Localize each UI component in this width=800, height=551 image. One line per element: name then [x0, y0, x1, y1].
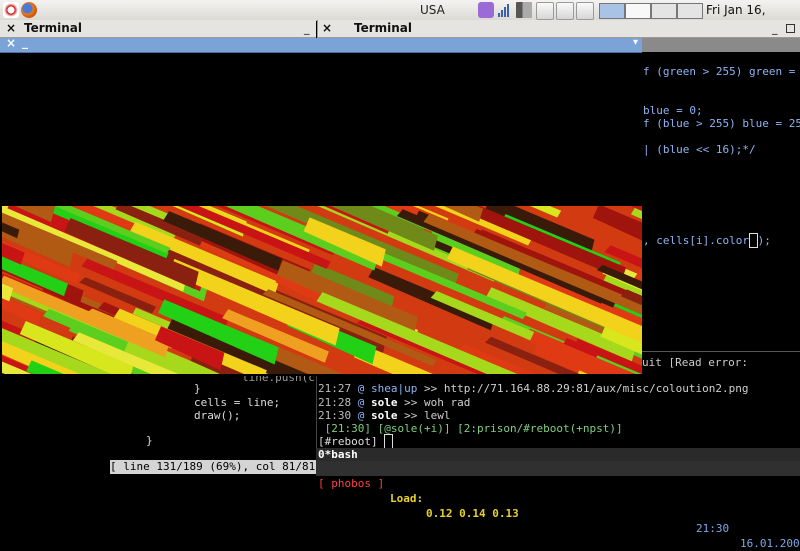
- workspace-1[interactable]: [599, 3, 625, 19]
- irc-chat-pane[interactable]: 21:27 @ shea|up >> http://71.164.88.29:8…: [316, 376, 800, 448]
- text-cursor: [384, 434, 393, 448]
- workspace-2[interactable]: [625, 3, 651, 19]
- message-nick: sole: [371, 396, 398, 409]
- irc-quit-line: uit [Read error:: [642, 351, 800, 376]
- tab-close-icon[interactable]: ×: [6, 36, 16, 50]
- code-text: );: [757, 234, 771, 247]
- tray-button-2[interactable]: [556, 2, 574, 20]
- message-mode: @: [357, 382, 365, 395]
- message-separator: >>: [404, 409, 418, 422]
- code-line-partial: line.push(c: [242, 376, 315, 384]
- code-line: }: [194, 382, 201, 395]
- volume-icon[interactable]: [516, 2, 532, 18]
- top-panel: USA Fri Jan 16, 21:30: [0, 0, 800, 37]
- input-prompt: [#reboot]: [318, 435, 378, 448]
- code-line: , cells[i].color );: [643, 233, 771, 248]
- screen-window-tab[interactable]: 0*bash: [316, 448, 800, 461]
- settings-icon[interactable]: [478, 2, 494, 18]
- left-terminal-titlebar[interactable]: × Terminal _: [0, 20, 316, 38]
- message-time: 21:28: [318, 396, 352, 409]
- code-line: cells = line;: [194, 396, 281, 409]
- tray-button-3[interactable]: [576, 2, 594, 20]
- close-icon[interactable]: ×: [322, 20, 332, 37]
- screen-status-bar: [ phobos ] Load: 0.12 0.14 0.13 21:30 16…: [316, 461, 800, 550]
- code-line: f (green > 255) green = 2$: [643, 65, 800, 78]
- debian-menu-icon[interactable]: [3, 2, 19, 18]
- chat-message: 21:30 @ sole >> lewl: [318, 409, 451, 422]
- tab-minimize-icon[interactable]: _: [22, 35, 28, 49]
- maximize-icon[interactable]: [786, 24, 795, 33]
- network-signal-icon[interactable]: [498, 3, 512, 17]
- message-nick: sole: [371, 409, 398, 422]
- chat-message: 21:27 @ shea|up >> http://71.164.88.29:8…: [318, 382, 749, 395]
- message-separator: >>: [423, 382, 438, 395]
- generated-art-image: [2, 206, 642, 374]
- minimize-icon[interactable]: _: [772, 20, 778, 37]
- code-line: | (blue << 16);*/: [643, 143, 756, 156]
- message-mode: @: [357, 396, 365, 409]
- message-text[interactable]: http://71.164.88.29:81/aux/misc/coloutio…: [444, 382, 749, 395]
- keyboard-layout-indicator[interactable]: USA: [420, 0, 445, 20]
- tab-menu-arrow-icon[interactable]: ▾: [633, 37, 638, 48]
- minimize-icon[interactable]: _: [304, 20, 310, 37]
- code-line: draw();: [194, 409, 241, 422]
- close-icon[interactable]: ×: [6, 20, 16, 37]
- load-label: Load:: [390, 492, 424, 505]
- message-time: 21:27: [318, 382, 352, 395]
- message-text: woh rad: [424, 396, 471, 409]
- right-code-pane[interactable]: f (green > 255) green = 2$ blue = 0; f (…: [642, 53, 800, 351]
- color-streaks-canvas: [2, 206, 642, 374]
- panel-clock[interactable]: Fri Jan 16, 21:30: [706, 0, 800, 37]
- load-values: 0.12 0.14 0.13: [426, 507, 519, 520]
- workspace-4[interactable]: [677, 3, 703, 19]
- status-time: 21:30: [696, 522, 730, 535]
- hostname-label: [ phobos ]: [318, 477, 385, 490]
- message-time: 21:30: [318, 409, 352, 422]
- firefox-icon[interactable]: [21, 2, 37, 18]
- text-cursor: [748, 233, 758, 248]
- chat-message: 21:28 @ sole >> woh rad: [318, 396, 470, 409]
- terminal-tab-strip[interactable]: × _ ▾: [0, 35, 642, 53]
- editor-status-line: [ line 131/189 (69%), col 81/81 (1: [110, 460, 316, 474]
- message-nick: shea|up: [371, 382, 418, 395]
- code-line: blue = 0;: [643, 104, 703, 117]
- message-text: lewl: [424, 409, 451, 422]
- right-terminal-titlebar[interactable]: × Terminal _: [317, 20, 800, 38]
- code-line: f (blue > 255) blue = 255;: [643, 117, 800, 130]
- workspace-3[interactable]: [651, 3, 677, 19]
- right-tab-strip: [642, 38, 800, 52]
- status-date: 16.01.2009: [740, 537, 800, 550]
- tray-button-1[interactable]: [536, 2, 554, 20]
- left-terminal-title: Terminal: [24, 21, 83, 35]
- irc-status-line: [21:30] [@sole(+i)] [2:prison/#reboot(+n…: [318, 422, 623, 435]
- left-code-pane[interactable]: line.push(c } cells = line; draw(); }: [0, 376, 316, 460]
- code-line: }: [146, 434, 153, 447]
- message-separator: >>: [404, 396, 418, 409]
- message-mode: @: [357, 409, 365, 422]
- chat-input[interactable]: [#reboot]: [318, 434, 393, 448]
- code-text: , cells[i].color: [643, 234, 749, 247]
- right-terminal-title: Terminal: [354, 21, 413, 35]
